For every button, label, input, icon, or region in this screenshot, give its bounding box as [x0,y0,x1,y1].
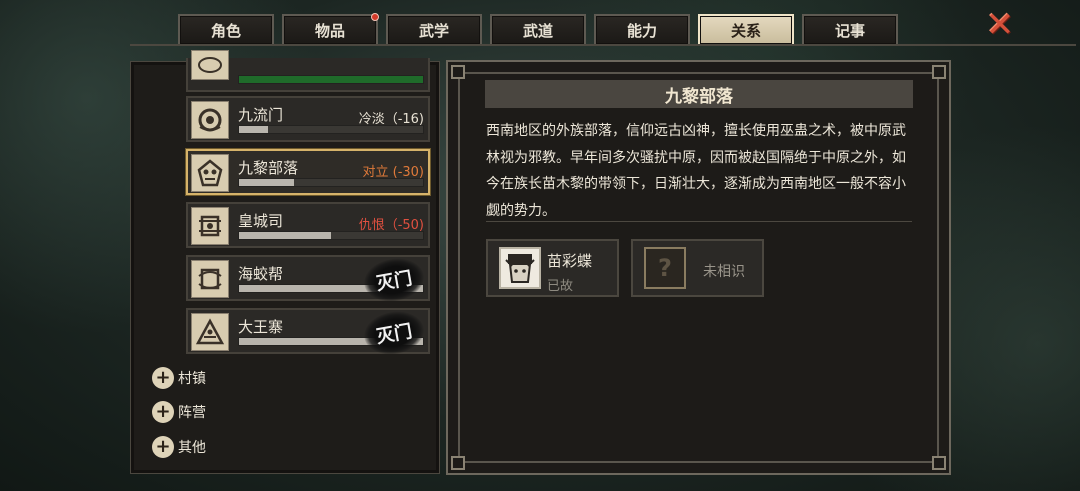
destroyed-stamp: 灭门 [360,254,428,306]
faction-emblem-icon [191,260,229,298]
tab-abilities[interactable]: 能力 [594,14,690,44]
member-name: 苗彩蝶 [547,252,593,270]
faction-emblem-icon [191,207,229,245]
faction-emblem-icon [191,50,229,80]
tab-relations[interactable]: 关系 [698,14,794,44]
faction-name: 九流门 [238,106,284,124]
tab-journal[interactable]: 记事 [802,14,898,44]
corner-ornament [451,65,465,79]
expand-plus-icon[interactable]: + [152,367,174,389]
category-label: 阵营 [178,405,206,421]
faction-item-partial[interactable] [186,50,430,92]
faction-description: 西南地区的外族部落，信仰远古凶神，擅长使用巫蛊之术，被中原武林视为邪教。早年间多… [486,123,906,219]
relation-bar-fill [239,126,269,133]
faction-emblem-icon [191,101,229,139]
header-divider [130,44,1076,46]
category-other[interactable]: + 其他 [152,436,206,458]
member-card-unknown[interactable]: ? 未相识 [631,239,764,297]
corner-ornament [451,456,465,470]
faction-name: 九黎部落 [238,159,299,177]
notification-dot [371,13,379,21]
section-divider [486,221,912,222]
expand-plus-icon[interactable]: + [152,436,174,458]
relation-bar [238,125,424,134]
faction-name: 大王寨 [238,318,284,336]
relation-bar-fill [239,179,295,186]
close-icon[interactable]: ✕ [982,8,1018,42]
relation-bar [238,231,424,240]
relation-bar [238,178,424,187]
unknown-portrait-icon: ? [644,247,686,289]
category-villages[interactable]: + 村镇 [152,367,206,389]
category-label: 村镇 [178,371,206,387]
expand-plus-icon[interactable]: + [152,401,174,423]
faction-item-haijiaobang[interactable]: 海蛟帮 灭门 [186,254,430,306]
tab-martial-arts[interactable]: 武学 [386,14,482,44]
faction-emblem-icon [191,154,229,192]
corner-ornament [932,65,946,79]
relation-bar [238,75,424,84]
category-label: 其他 [178,440,206,456]
faction-item-dawangzhai[interactable]: 大王寨 灭门 [186,307,430,359]
faction-emblem-icon [191,313,229,351]
category-camps[interactable]: + 阵营 [152,401,206,423]
member-state: 未相识 [703,264,745,280]
tab-bar: 角色 物品 武学 武道 能力 关系 记事 [178,13,898,44]
faction-name: 海蛟帮 [238,265,284,283]
relation-bar-fill [239,76,423,83]
corner-ornament [932,456,946,470]
tab-character[interactable]: 角色 [178,14,274,44]
faction-title: 九黎部落 [485,80,913,108]
member-state: 已故 [547,279,574,294]
faction-name: 皇城司 [238,212,284,230]
destroyed-stamp: 灭门 [360,307,428,359]
relation-bar-fill [239,232,331,239]
faction-item-huangchengsi[interactable]: 皇城司 仇恨（-50) [186,202,430,248]
member-card-miaocaidie[interactable]: 苗彩蝶 已故 [486,239,619,297]
portrait-avatar [499,247,541,289]
faction-item-jiuliumen[interactable]: 九流门 冷淡（-16) [186,96,430,142]
tab-martial-path[interactable]: 武道 [490,14,586,44]
tab-items[interactable]: 物品 [282,13,379,44]
faction-item-jiuli[interactable]: 九黎部落 对立 (-30) [186,149,430,195]
